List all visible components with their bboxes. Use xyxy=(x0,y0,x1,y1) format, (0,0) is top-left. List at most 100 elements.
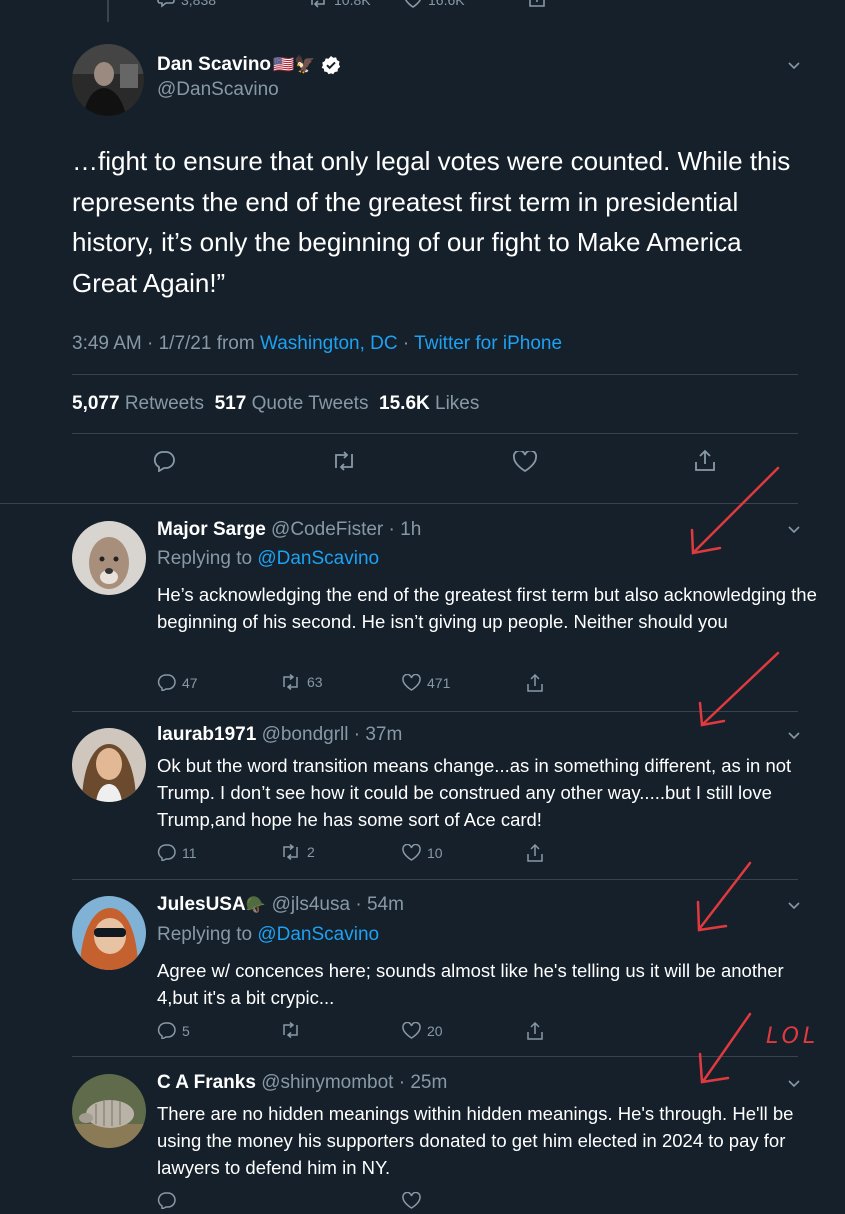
retweet-count-button[interactable]: 2 xyxy=(280,844,315,860)
reply-count-button[interactable]: 47 xyxy=(157,674,198,691)
reply-icon xyxy=(157,1022,176,1039)
reply-text: Ok but the word transition means change.… xyxy=(157,755,792,830)
share-button[interactable] xyxy=(526,673,544,698)
like-count: 20 xyxy=(427,1022,443,1039)
author-name[interactable]: Dan Scavino 🇺🇸🦅 xyxy=(157,54,341,76)
share-button[interactable] xyxy=(526,843,544,868)
tweet-text: …fight to ensure that only legal votes w… xyxy=(72,146,791,298)
reply-count-button[interactable]: 11 xyxy=(157,844,197,861)
reply-count: 11 xyxy=(182,844,197,861)
retweet-icon xyxy=(283,1022,298,1038)
author-name-text: Dan Scavino xyxy=(157,54,272,75)
retweets-count: 5,077 xyxy=(72,393,120,414)
tweet-source-link[interactable]: Twitter for iPhone xyxy=(414,333,562,354)
verified-icon xyxy=(322,56,341,75)
like-count-button[interactable] xyxy=(402,1191,421,1214)
avatar[interactable] xyxy=(72,521,146,595)
replying-to-handle-link[interactable]: @DanScavino xyxy=(257,548,379,569)
divider xyxy=(72,433,798,434)
reply-author-name: Major Sarge xyxy=(157,519,266,540)
likes-link[interactable]: 15.6K Likes xyxy=(379,393,479,414)
like-button[interactable] xyxy=(513,449,537,477)
heart-icon xyxy=(402,844,421,861)
reply-author[interactable]: JulesUSA🪖 @jls4usa · 54m xyxy=(157,894,404,916)
share-icon xyxy=(527,673,543,692)
annotation-arrow xyxy=(690,466,780,555)
avatar[interactable] xyxy=(72,728,146,802)
reply-author-handle: @CodeFister · 1h xyxy=(271,519,422,540)
replying-to: Replying to @DanScavino xyxy=(157,924,379,946)
tweet-location-link[interactable]: Washington, DC xyxy=(260,333,398,354)
prev-retweet-stat[interactable]: 10.8K xyxy=(308,0,371,8)
reply-count-button[interactable] xyxy=(157,1192,176,1214)
reply-button[interactable] xyxy=(152,450,176,477)
likes-label: Likes xyxy=(435,393,480,414)
quotes-label: Quote Tweets xyxy=(251,393,369,414)
tweet-meta: 3:49 AM · 1/7/21 from Washington, DC · T… xyxy=(72,333,562,355)
reply-icon xyxy=(157,844,176,861)
reply-author-handle: @bondgrll · 37m xyxy=(261,724,403,745)
quotes-count: 517 xyxy=(214,393,247,414)
reply-icon xyxy=(157,0,175,8)
share-icon xyxy=(527,843,543,862)
reply-author[interactable]: C A Franks @shinymombot · 25m xyxy=(157,1072,447,1094)
prev-like-stat[interactable]: 16.6K xyxy=(404,0,465,8)
avatar[interactable] xyxy=(72,1074,146,1148)
reply-count: 5 xyxy=(182,1022,190,1039)
prev-like-count: 16.6K xyxy=(428,0,465,8)
divider xyxy=(72,374,798,375)
thread-line xyxy=(107,0,109,22)
heart-icon xyxy=(402,674,421,691)
retweet-count-button[interactable]: 63 xyxy=(280,674,323,690)
reply-author-name: laurab1971 xyxy=(157,724,257,745)
retweet-button[interactable] xyxy=(331,451,357,476)
replying-to-label: Replying to xyxy=(157,924,253,945)
replying-to-label: Replying to xyxy=(157,548,253,569)
reply-author-name: JulesUSA xyxy=(157,894,246,915)
reply-author[interactable]: laurab1971 @bondgrll · 37m xyxy=(157,724,402,746)
retweets-link[interactable]: 5,077 Retweets xyxy=(72,393,204,414)
chevron-down-icon[interactable] xyxy=(788,900,800,912)
retweet-count: 63 xyxy=(307,674,323,690)
replying-to: Replying to @DanScavino xyxy=(157,548,379,570)
share-button[interactable] xyxy=(526,1021,544,1046)
retweet-count-button[interactable] xyxy=(280,1022,307,1038)
prev-reply-stat[interactable]: 3,838 xyxy=(157,0,216,8)
share-icon xyxy=(529,0,545,7)
reply-icon xyxy=(157,674,176,691)
chevron-down-icon[interactable] xyxy=(788,60,800,72)
quote-tweets-link[interactable]: 517 Quote Tweets xyxy=(215,393,369,414)
share-icon xyxy=(527,1021,543,1040)
prev-retweet-count: 10.8K xyxy=(334,0,371,8)
annotation-arrow xyxy=(698,1012,752,1084)
heart-icon xyxy=(402,1191,421,1209)
like-count: 471 xyxy=(427,674,451,691)
chevron-down-icon[interactable] xyxy=(788,1078,800,1090)
reply-text: Agree w/ concences here; sounds almost l… xyxy=(157,960,784,1008)
retweet-icon xyxy=(283,844,298,860)
tweet-timestamp[interactable]: 3:49 AM · 1/7/21 from xyxy=(72,333,255,354)
helmet-emoji: 🪖 xyxy=(245,897,266,914)
engagement-counts: 5,077 Retweets 517 Quote Tweets 15.6K Li… xyxy=(72,393,479,415)
retweet-icon xyxy=(311,0,325,8)
heart-icon xyxy=(513,449,537,473)
like-count-button[interactable]: 20 xyxy=(402,1022,443,1039)
flag-eagle-emoji: 🇺🇸🦅 xyxy=(273,55,316,74)
like-count-button[interactable]: 471 xyxy=(402,674,450,691)
author-handle[interactable]: @DanScavino xyxy=(157,79,279,101)
reply-count-button[interactable]: 5 xyxy=(157,1022,190,1039)
avatar[interactable] xyxy=(72,44,144,116)
prev-reply-count: 3,838 xyxy=(181,0,217,8)
reply-text: He’s acknowledging the end of the greate… xyxy=(157,584,817,632)
avatar[interactable] xyxy=(72,896,146,970)
like-count-button[interactable]: 10 xyxy=(402,844,443,861)
annotation-lol: LOL xyxy=(766,1024,820,1049)
retweet-icon xyxy=(283,674,298,690)
meta-separator: · xyxy=(402,333,410,354)
reply-text: There are no hidden meanings within hidd… xyxy=(157,1103,794,1178)
annotation-arrow xyxy=(696,861,752,932)
prev-share-button[interactable] xyxy=(528,0,546,13)
replying-to-handle-link[interactable]: @DanScavino xyxy=(257,924,379,945)
like-count: 10 xyxy=(427,844,443,861)
reply-author[interactable]: Major Sarge @CodeFister · 1h xyxy=(157,519,421,541)
